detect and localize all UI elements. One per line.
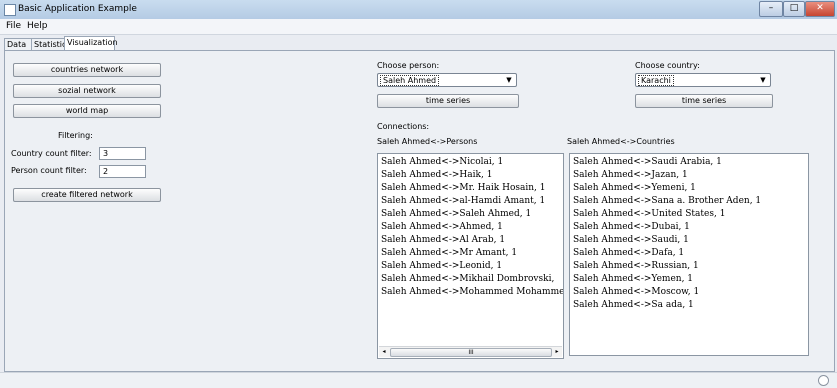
list-item[interactable]: Saleh Ahmed<->Leonid, 1 (378, 260, 563, 273)
sozial-network-button[interactable]: sozial network (13, 84, 161, 98)
menu-help[interactable]: Help (27, 21, 48, 31)
choose-country-label: Choose country: (635, 61, 700, 70)
person-time-series-button[interactable]: time series (377, 94, 519, 108)
menu-file[interactable]: File (6, 21, 21, 31)
list-item[interactable]: Saleh Ahmed<->Yemeni, 1 (570, 182, 808, 195)
choose-person-label: Choose person: (377, 61, 440, 70)
maximize-button[interactable]: □ (783, 1, 805, 17)
list-item[interactable]: Saleh Ahmed<->Sa ada, 1 (570, 299, 808, 312)
list-item[interactable]: Saleh Ahmed<->al-Hamdi Amant, 1 (378, 195, 563, 208)
scroll-left-icon[interactable]: ◂ (379, 347, 389, 357)
resize-grip-icon[interactable] (818, 375, 829, 386)
list-item[interactable]: Saleh Ahmed<->Al Arab, 1 (378, 234, 563, 247)
persons-list[interactable]: Saleh Ahmed<->Nicolai, 1 Saleh Ahmed<->H… (377, 153, 564, 359)
world-map-button[interactable]: world map (13, 104, 161, 118)
list-item[interactable]: Saleh Ahmed<->Dubai, 1 (570, 221, 808, 234)
filtering-label: Filtering: (58, 131, 93, 140)
list-item[interactable]: Saleh Ahmed<->Mr. Haik Hosain, 1 (378, 182, 563, 195)
chevron-down-icon: ▼ (506, 76, 512, 84)
scrollbar-thumb[interactable]: III (390, 348, 552, 357)
country-filter-label: Country count filter: (11, 149, 92, 158)
list-item[interactable]: Saleh Ahmed<->Saleh Ahmed, 1 (378, 208, 563, 221)
app-icon (4, 4, 16, 16)
person-filter-input[interactable]: 2 (99, 165, 146, 178)
list-item[interactable]: Saleh Ahmed<->Mikhail Dombrovski, (378, 273, 563, 286)
countries-network-button[interactable]: countries network (13, 63, 161, 77)
minimize-button[interactable]: – (759, 1, 783, 17)
countries-list[interactable]: Saleh Ahmed<->Saudi Arabia, 1 Saleh Ahme… (569, 153, 809, 356)
list-item[interactable]: Saleh Ahmed<->Dafa, 1 (570, 247, 808, 260)
list-item[interactable]: Saleh Ahmed<->Russian, 1 (570, 260, 808, 273)
chevron-down-icon: ▼ (760, 76, 766, 84)
list-item[interactable]: Saleh Ahmed<->Ahmed, 1 (378, 221, 563, 234)
person-filter-label: Person count filter: (11, 166, 87, 175)
person-select-value: Saleh Ahmed (380, 75, 440, 86)
visualization-panel: countries network sozial network world m… (4, 50, 835, 372)
menu-bar: File Help (0, 19, 837, 35)
list-item[interactable]: Saleh Ahmed<->Yemen, 1 (570, 273, 808, 286)
country-select[interactable]: Karachi ▼ (635, 73, 771, 87)
list-item[interactable]: Saleh Ahmed<->Moscow, 1 (570, 286, 808, 299)
list-item[interactable]: Saleh Ahmed<->Mohammed Mohammed, (378, 286, 563, 299)
persons-list-header: Saleh Ahmed<->Persons (377, 137, 478, 146)
horizontal-scrollbar[interactable]: ◂ III ▸ (379, 346, 562, 357)
tab-visualization[interactable]: Visualization (64, 36, 118, 51)
list-item[interactable]: Saleh Ahmed<->Saudi Arabia, 1 (570, 156, 808, 169)
list-item[interactable]: Saleh Ahmed<->Saudi, 1 (570, 234, 808, 247)
list-item[interactable]: Saleh Ahmed<->Sana a. Brother Aden, 1 (570, 195, 808, 208)
country-time-series-button[interactable]: time series (635, 94, 773, 108)
scroll-right-icon[interactable]: ▸ (552, 347, 562, 357)
list-item[interactable]: Saleh Ahmed<->Mr Amant, 1 (378, 247, 563, 260)
list-item[interactable]: Saleh Ahmed<->United States, 1 (570, 208, 808, 221)
person-select[interactable]: Saleh Ahmed ▼ (377, 73, 517, 87)
country-filter-input[interactable]: 3 (99, 147, 146, 160)
title-bar: Basic Application Example – □ ✕ (0, 0, 837, 20)
close-button[interactable]: ✕ (805, 1, 835, 17)
status-bar (0, 372, 837, 388)
create-filtered-network-button[interactable]: create filtered network (13, 188, 161, 202)
country-select-value: Karachi (638, 75, 674, 86)
connections-label: Connections: (377, 122, 430, 131)
list-item[interactable]: Saleh Ahmed<->Nicolai, 1 (378, 156, 563, 169)
list-item[interactable]: Saleh Ahmed<->Jazan, 1 (570, 169, 808, 182)
countries-list-header: Saleh Ahmed<->Countries (567, 137, 675, 146)
list-item[interactable]: Saleh Ahmed<->Haik, 1 (378, 169, 563, 182)
window-title: Basic Application Example (18, 4, 137, 14)
